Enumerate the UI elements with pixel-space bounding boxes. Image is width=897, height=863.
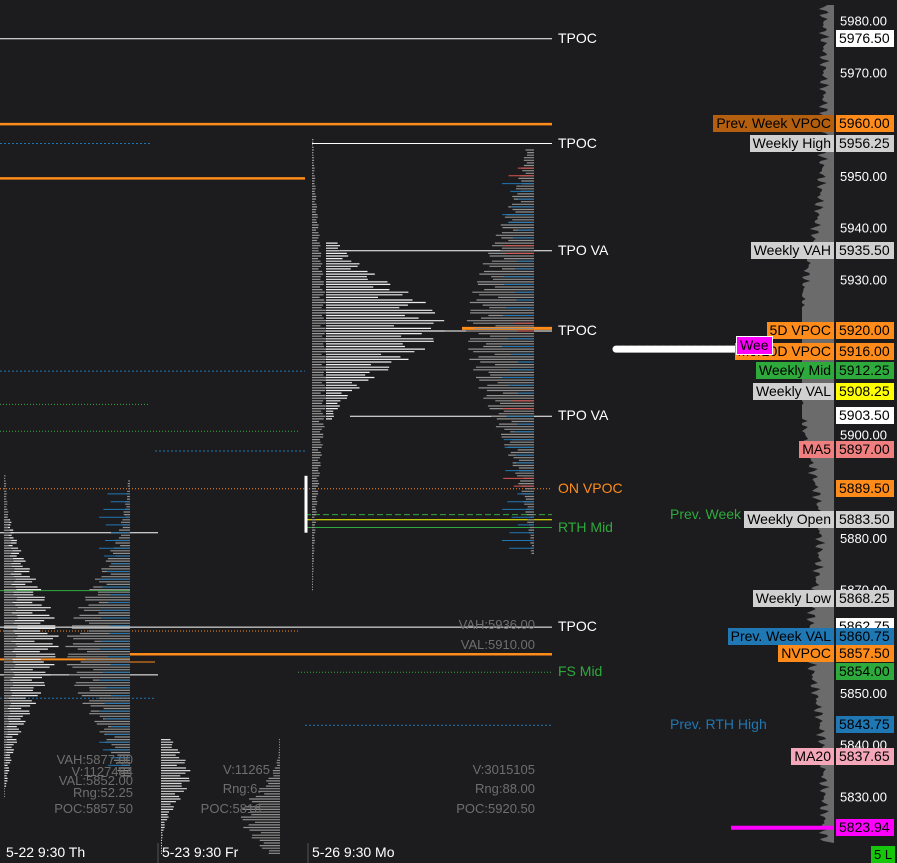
session3-vah: VAH:5936.00 <box>458 617 535 632</box>
y-axis-tick-label: 5850.00 <box>840 686 887 701</box>
chart-line-label: TPO VA <box>558 241 609 258</box>
price-tag-value: 5903.50 <box>836 407 894 425</box>
y-axis-tick-label: 5950.00 <box>840 169 887 184</box>
price-tag-label: Prev. Week VAL <box>727 628 834 646</box>
session2-poc: POC:5816. <box>200 801 265 816</box>
session2-range: Rng:6. <box>222 781 261 796</box>
price-tag-value: 5843.75 <box>836 716 894 734</box>
y-axis-tick-label: 5970.00 <box>840 65 887 80</box>
session2-volume-profile <box>241 739 280 854</box>
chart-line-label: TPOC <box>558 618 597 635</box>
session3-volume-profile <box>466 149 534 554</box>
session1-tpo-gray <box>4 475 18 798</box>
chart-line-label: Prev. RTH High <box>670 716 767 733</box>
price-tag-label: Prev. Week VPOC <box>713 115 834 133</box>
session3-poc: POC:5920.50 <box>456 801 535 816</box>
price-tag-value: 5976.50 <box>836 29 894 47</box>
price-tag-label: 5D VPOC <box>766 322 834 339</box>
price-tag-value: 5920.00 <box>836 322 894 339</box>
session3-date-label: 5-26 9:30 Mo <box>312 844 395 860</box>
session1-range: Rng:52.25 <box>73 785 133 800</box>
y-axis-tick-label: 5830.00 <box>840 790 887 805</box>
price-tag-value: 5935.50 <box>836 241 894 259</box>
chart-line-label: RTH Mid <box>558 518 613 535</box>
session3-tpo-profile <box>326 242 445 420</box>
session3-range: Rng:88.00 <box>475 781 535 796</box>
price-tag-label: Weekly Mid <box>755 362 834 380</box>
chart-line-label: TPOC <box>558 29 597 46</box>
y-axis-tick-label: 5930.00 <box>840 272 887 287</box>
price-tag-value: 5956.25 <box>836 134 894 152</box>
y-axis-tick-label: 5980.00 <box>840 14 887 29</box>
chart-line-label: TPO VA <box>558 407 609 424</box>
chart-line-label: Prev. Week <box>670 505 742 522</box>
price-tag-label: MA20 <box>791 747 834 765</box>
session1-date-label: 5-22 9:30 Th <box>6 844 86 860</box>
price-tag-value: 5960.00 <box>836 115 894 133</box>
chart-line-label: ON VPOC <box>558 479 623 496</box>
price-tag-value: 5823.94 <box>836 818 894 836</box>
price-tag-value: 5883.50 <box>836 510 894 528</box>
chart-line-label: TPOC <box>558 322 597 338</box>
price-tag-label: Weekly Low <box>752 589 834 607</box>
session1-poc: POC:5857.50 <box>54 801 133 816</box>
session3-val: VAL:5910.00 <box>460 637 535 652</box>
price-tag-value: 5857.50 <box>836 645 894 663</box>
y-axis-tick-label: 5940.00 <box>840 221 887 236</box>
price-tag-value: 5912.25 <box>836 362 894 380</box>
price-tag-label: MA5 <box>799 440 834 458</box>
price-tag-value: 5854.00 <box>836 663 894 681</box>
session3-tpo-gray <box>312 139 328 591</box>
chart-line-label: FS Mid <box>558 663 603 680</box>
price-tag-value: 5908.25 <box>836 382 894 400</box>
price-tag-value: 5916.00 <box>836 342 894 360</box>
price-tag-value: 5889.50 <box>836 479 894 497</box>
price-tag-label: Weekly High <box>749 134 834 152</box>
y-axis-tick-label: 5880.00 <box>840 531 887 546</box>
price-tag-label: NVPOC <box>778 645 834 663</box>
price-tag-label: Weekly VAL <box>753 382 834 400</box>
chart-line-label: TPOC <box>558 134 597 151</box>
price-tag-value: 5897.00 <box>836 440 894 458</box>
bottom-indicator: 5 L <box>871 846 896 863</box>
weekly-fragment-label: Wee <box>736 336 773 355</box>
price-tag-value: 5868.25 <box>836 589 894 607</box>
session2-tpo-profile <box>161 739 191 854</box>
price-tag-value: 5837.65 <box>836 747 894 765</box>
price-tag-value: 5860.75 <box>836 628 894 646</box>
session2-volume: V:11265 <box>223 762 270 777</box>
price-tag-label: Weekly VAH <box>750 241 834 259</box>
price-tag-label: Weekly Open <box>744 510 834 528</box>
session3-volume: V:3015105 <box>472 762 535 777</box>
session2-date-label: 5-23 9:30 Fr <box>162 844 239 860</box>
